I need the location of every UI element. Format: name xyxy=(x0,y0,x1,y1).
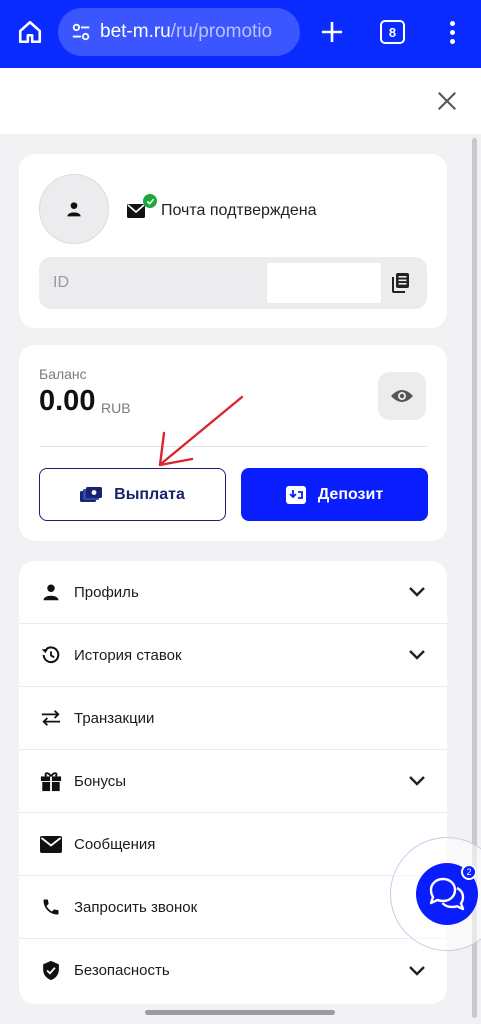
menu-item-label: Запросить звонок xyxy=(74,898,198,916)
menu-item-label: Профиль xyxy=(74,583,139,601)
menu-item-security[interactable]: Безопасность xyxy=(19,939,447,1002)
account-menu: Профиль История ставок Транзакции Бонусы xyxy=(19,561,447,1004)
transfer-icon xyxy=(39,706,63,730)
menu-item-transactions[interactable]: Транзакции xyxy=(19,687,447,750)
chevron-down-icon xyxy=(405,580,429,604)
url-text: bet-m.ru/ru/promotio xyxy=(100,21,272,43)
id-value-redacted xyxy=(267,263,381,303)
chat-bubbles-icon xyxy=(429,877,465,911)
dot-icon xyxy=(449,29,455,35)
new-tab-button[interactable] xyxy=(316,14,348,50)
balance-amount: 0.00 xyxy=(39,385,96,417)
deposit-label: Депозит xyxy=(317,485,384,503)
copy-icon xyxy=(392,273,409,293)
phone-icon xyxy=(39,895,63,919)
email-status-text: Почта подтверждена xyxy=(161,202,317,219)
menu-item-profile[interactable]: Профиль xyxy=(19,561,447,624)
copy-id-button[interactable] xyxy=(389,271,413,295)
gesture-bar[interactable] xyxy=(145,1010,335,1015)
person-icon xyxy=(39,580,63,604)
menu-item-label: Сообщения xyxy=(74,835,156,853)
id-label: ID xyxy=(53,274,69,291)
home-icon xyxy=(18,20,42,44)
deposit-icon xyxy=(285,485,306,504)
chevron-down-icon xyxy=(405,769,429,793)
dot-icon xyxy=(449,38,455,44)
home-button[interactable] xyxy=(12,14,48,50)
plus-icon xyxy=(322,22,342,42)
balance-label: Баланс xyxy=(39,366,87,382)
toggle-balance-visibility-button[interactable] xyxy=(378,372,426,420)
dot-icon xyxy=(449,20,455,26)
shield-icon xyxy=(39,959,63,983)
mail-icon xyxy=(39,832,63,856)
check-icon xyxy=(143,194,157,208)
withdraw-button[interactable]: Выплата xyxy=(39,468,226,521)
url-path: /ru/promotio xyxy=(170,21,273,42)
menu-item-bonuses[interactable]: Бонусы xyxy=(19,750,447,813)
menu-item-bet-history[interactable]: История ставок xyxy=(19,624,447,687)
panel-header xyxy=(0,68,481,134)
menu-item-request-call[interactable]: Запросить звонок xyxy=(19,876,447,939)
site-settings-icon[interactable] xyxy=(68,19,94,45)
close-icon xyxy=(438,92,456,110)
annotation-arrow xyxy=(158,395,244,467)
menu-item-label: Бонусы xyxy=(74,772,127,790)
browser-toolbar: bet-m.ru/ru/promotio 8 xyxy=(0,0,481,68)
user-id-field: ID xyxy=(39,257,427,309)
cash-icon xyxy=(80,486,103,502)
balance-currency: RUB xyxy=(101,400,131,416)
mail-verified-icon xyxy=(127,194,157,220)
profile-card: Почта подтверждена ID xyxy=(19,154,447,328)
email-status: Почта подтверждена xyxy=(127,194,317,220)
chevron-down-icon xyxy=(405,643,429,667)
menu-item-messages[interactable]: Сообщения xyxy=(19,813,447,876)
close-button[interactable] xyxy=(432,86,462,116)
deposit-button[interactable]: Депозит xyxy=(241,468,428,521)
history-icon xyxy=(39,643,63,667)
tab-switcher-button[interactable]: 8 xyxy=(380,20,405,44)
withdraw-label: Выплата xyxy=(114,485,185,503)
chat-unread-badge: 2 xyxy=(461,864,477,880)
eye-icon xyxy=(391,390,413,402)
url-host: bet-m.ru xyxy=(100,21,171,42)
avatar[interactable] xyxy=(39,174,109,244)
person-icon xyxy=(67,202,81,217)
menu-item-label: История ставок xyxy=(74,646,182,664)
chevron-down-icon xyxy=(405,959,429,983)
browser-menu-button[interactable] xyxy=(440,14,464,50)
menu-item-label: Безопасность xyxy=(74,962,170,979)
gift-icon xyxy=(39,769,63,793)
address-bar[interactable]: bet-m.ru/ru/promotio xyxy=(58,8,300,56)
menu-item-label: Транзакции xyxy=(74,709,155,727)
